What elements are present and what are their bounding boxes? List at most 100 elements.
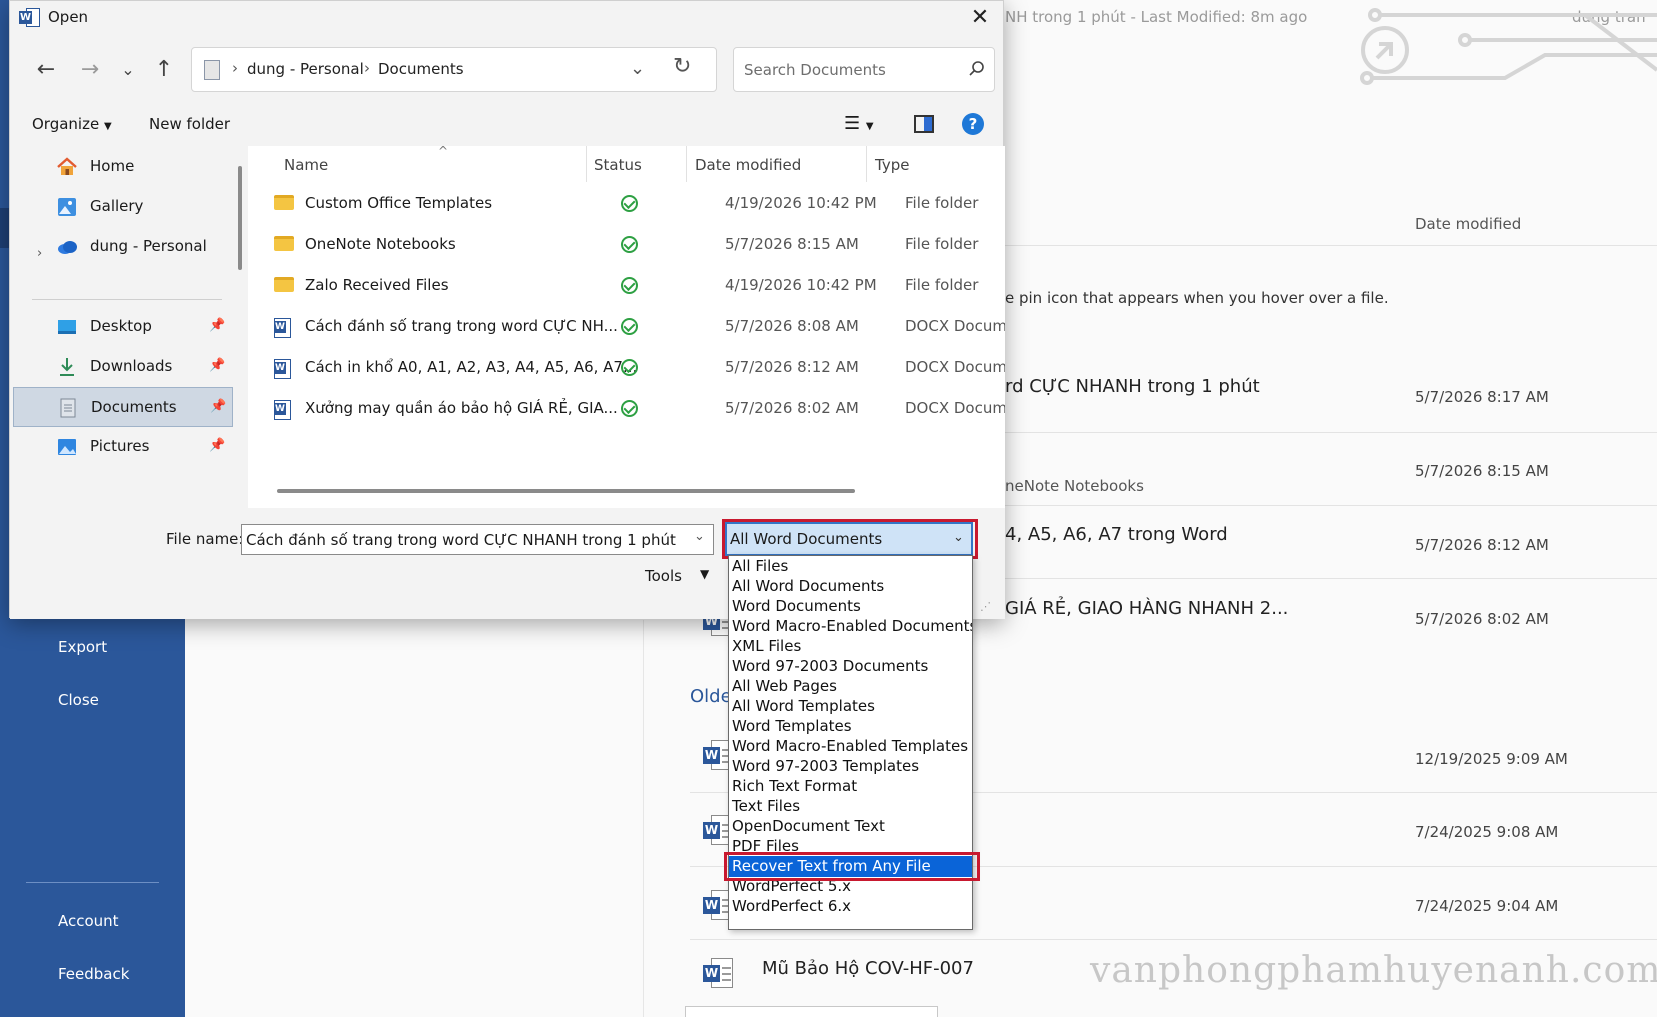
navigation-pane[interactable]: Home Gallery › dung - Personal Desktop 📌… xyxy=(10,146,248,508)
recent-file-title[interactable]: 4, A5, A6, A7 trong Word xyxy=(1005,524,1228,545)
pin-icon[interactable]: 📌 xyxy=(209,438,225,453)
onedrive-icon xyxy=(58,241,77,254)
nav-item-home[interactable]: Home xyxy=(13,147,233,187)
chevron-down-icon[interactable]: ⌄ xyxy=(630,58,645,79)
back-arrow-icon[interactable]: ← xyxy=(32,56,60,84)
dialog-titlebar[interactable]: W Open ✕ xyxy=(10,1,1005,35)
nav-scrollbar[interactable] xyxy=(238,166,242,270)
forward-arrow-icon[interactable]: → xyxy=(76,56,104,84)
file-row[interactable]: W Xưởng may quần áo bảo hộ GIÁ RẺ, GIA..… xyxy=(248,388,1005,429)
column-header-type[interactable]: Type xyxy=(875,156,909,174)
close-icon[interactable]: ✕ xyxy=(965,3,995,33)
address-bar[interactable]: › dung - Personal › Documents ⌄ ↻ xyxy=(191,47,717,92)
search-input[interactable] xyxy=(744,58,954,82)
nav-account[interactable]: Account xyxy=(58,912,119,930)
file-type-option[interactable]: All Web Pages xyxy=(729,676,972,697)
pane-divider xyxy=(643,620,644,1017)
view-options-button[interactable]: ☰ ▼ xyxy=(844,113,874,134)
organize-button[interactable]: Organize ▼ xyxy=(32,115,112,133)
synced-status-icon xyxy=(621,359,638,376)
caret-down-icon[interactable]: ▼ xyxy=(700,567,709,581)
file-name: Cách in khổ A0, A1, A2, A3, A4, A5, A6, … xyxy=(305,358,638,376)
nav-item-desktop[interactable]: Desktop 📌 xyxy=(13,307,233,347)
column-divider[interactable] xyxy=(586,146,587,182)
new-folder-button[interactable]: New folder xyxy=(149,115,230,133)
column-header-date[interactable]: Date modified xyxy=(695,156,801,174)
refresh-icon[interactable]: ↻ xyxy=(673,54,691,79)
organize-label: Organize xyxy=(32,115,100,133)
file-date: 4/19/2026 10:42 PM xyxy=(725,194,877,212)
partial-button[interactable] xyxy=(685,1006,938,1017)
row-divider xyxy=(690,939,1657,940)
column-header-status[interactable]: Status xyxy=(594,156,642,174)
nav-item-label: Gallery xyxy=(90,197,144,215)
help-icon[interactable]: ? xyxy=(962,113,984,135)
search-box[interactable] xyxy=(733,47,995,92)
sort-ascending-icon: ^ xyxy=(438,146,449,158)
list-view-icon: ☰ xyxy=(844,113,861,134)
nav-feedback[interactable]: Feedback xyxy=(58,965,129,983)
file-type-option[interactable]: Word Macro-Enabled Documents xyxy=(729,616,972,637)
column-header-name[interactable]: Name xyxy=(284,156,328,174)
file-row[interactable]: Custom Office Templates 4/19/2026 10:42 … xyxy=(248,183,1005,224)
pin-icon[interactable]: 📌 xyxy=(209,358,225,373)
nav-export[interactable]: Export xyxy=(58,638,107,656)
horizontal-scrollbar[interactable] xyxy=(277,489,855,493)
file-row[interactable]: Zalo Received Files 4/19/2026 10:42 PM F… xyxy=(248,265,1005,306)
file-type-option[interactable]: XML Files xyxy=(729,636,972,657)
file-type-option[interactable]: All Word Templates xyxy=(729,696,972,717)
nav-item-label: Home xyxy=(90,157,135,175)
file-date: 5/7/2026 8:08 AM xyxy=(725,317,859,335)
file-type-option[interactable]: WordPerfect 6.x xyxy=(729,896,972,917)
word-document-icon: W xyxy=(274,400,291,420)
file-type-option[interactable]: Word 97-2003 Documents xyxy=(729,656,972,677)
preview-pane-icon[interactable] xyxy=(914,115,934,133)
recent-file-title[interactable]: rd CỰC NHANH trong 1 phút xyxy=(1005,376,1260,397)
file-type-option[interactable]: OpenDocument Text xyxy=(729,816,972,837)
file-type-option[interactable]: Word Templates xyxy=(729,716,972,737)
file-type-option[interactable]: Text Files xyxy=(729,796,972,817)
row-divider xyxy=(1005,505,1657,506)
list-header-date[interactable]: Date modified xyxy=(1415,215,1521,233)
nav-item-label: Documents xyxy=(91,398,177,416)
file-name-combobox[interactable]: ⌄ xyxy=(241,524,714,555)
recent-file-date: 5/7/2026 8:02 AM xyxy=(1415,610,1549,628)
synced-status-icon xyxy=(621,400,638,417)
file-list[interactable]: ^ Name Status Date modified Type Custom … xyxy=(248,146,1005,508)
column-divider[interactable] xyxy=(686,146,687,182)
pin-icon[interactable]: 📌 xyxy=(210,399,226,414)
column-divider[interactable] xyxy=(866,146,867,182)
recent-locations-chevron-icon[interactable]: ⌄ xyxy=(114,56,142,84)
file-type-option[interactable]: Word 97-2003 Templates xyxy=(729,756,972,777)
nav-close[interactable]: Close xyxy=(58,691,99,709)
nav-item-downloads[interactable]: Downloads 📌 xyxy=(13,347,233,387)
caret-down-icon: ▼ xyxy=(103,121,112,132)
tools-button[interactable]: Tools xyxy=(645,567,682,585)
documents-icon xyxy=(60,398,76,418)
recent-file-title[interactable]: GIÁ RẺ, GIAO HÀNG NHANH 2... xyxy=(1005,598,1288,619)
file-row[interactable]: W Cách đánh số trang trong word CỰC NH..… xyxy=(248,306,1005,347)
file-type-option[interactable]: All Word Documents xyxy=(729,576,972,597)
nav-item-onedrive[interactable]: dung - Personal xyxy=(13,227,233,267)
synced-status-icon xyxy=(621,236,638,253)
file-name-input[interactable] xyxy=(246,529,686,551)
breadcrumb-documents[interactable]: Documents xyxy=(378,60,464,78)
file-type-option[interactable]: Word Macro-Enabled Templates xyxy=(729,736,972,757)
file-type-option[interactable]: Word Documents xyxy=(729,596,972,617)
file-row[interactable]: OneNote Notebooks 5/7/2026 8:15 AM File … xyxy=(248,224,1005,265)
up-arrow-icon[interactable]: ↑ xyxy=(150,56,178,84)
chevron-down-icon[interactable]: ⌄ xyxy=(694,529,705,544)
breadcrumb-personal[interactable]: dung - Personal xyxy=(247,60,364,78)
older-file-title[interactable]: Mũ Bảo Hộ COV-HF-007 xyxy=(762,958,974,979)
file-type-option[interactable]: All Files xyxy=(729,556,972,577)
pin-icon[interactable]: 📌 xyxy=(209,318,225,333)
nav-divider xyxy=(26,882,159,883)
search-icon[interactable] xyxy=(965,58,987,80)
nav-item-pictures[interactable]: Pictures 📌 xyxy=(13,427,233,467)
file-type-option[interactable]: Rich Text Format xyxy=(729,776,972,797)
resize-grip-icon[interactable]: ⋰ xyxy=(980,600,991,613)
file-type: File folder xyxy=(905,194,979,212)
nav-item-gallery[interactable]: Gallery xyxy=(13,187,233,227)
file-row[interactable]: W Cách in khổ A0, A1, A2, A3, A4, A5, A6… xyxy=(248,347,1005,388)
nav-item-documents[interactable]: Documents 📌 xyxy=(13,387,233,427)
